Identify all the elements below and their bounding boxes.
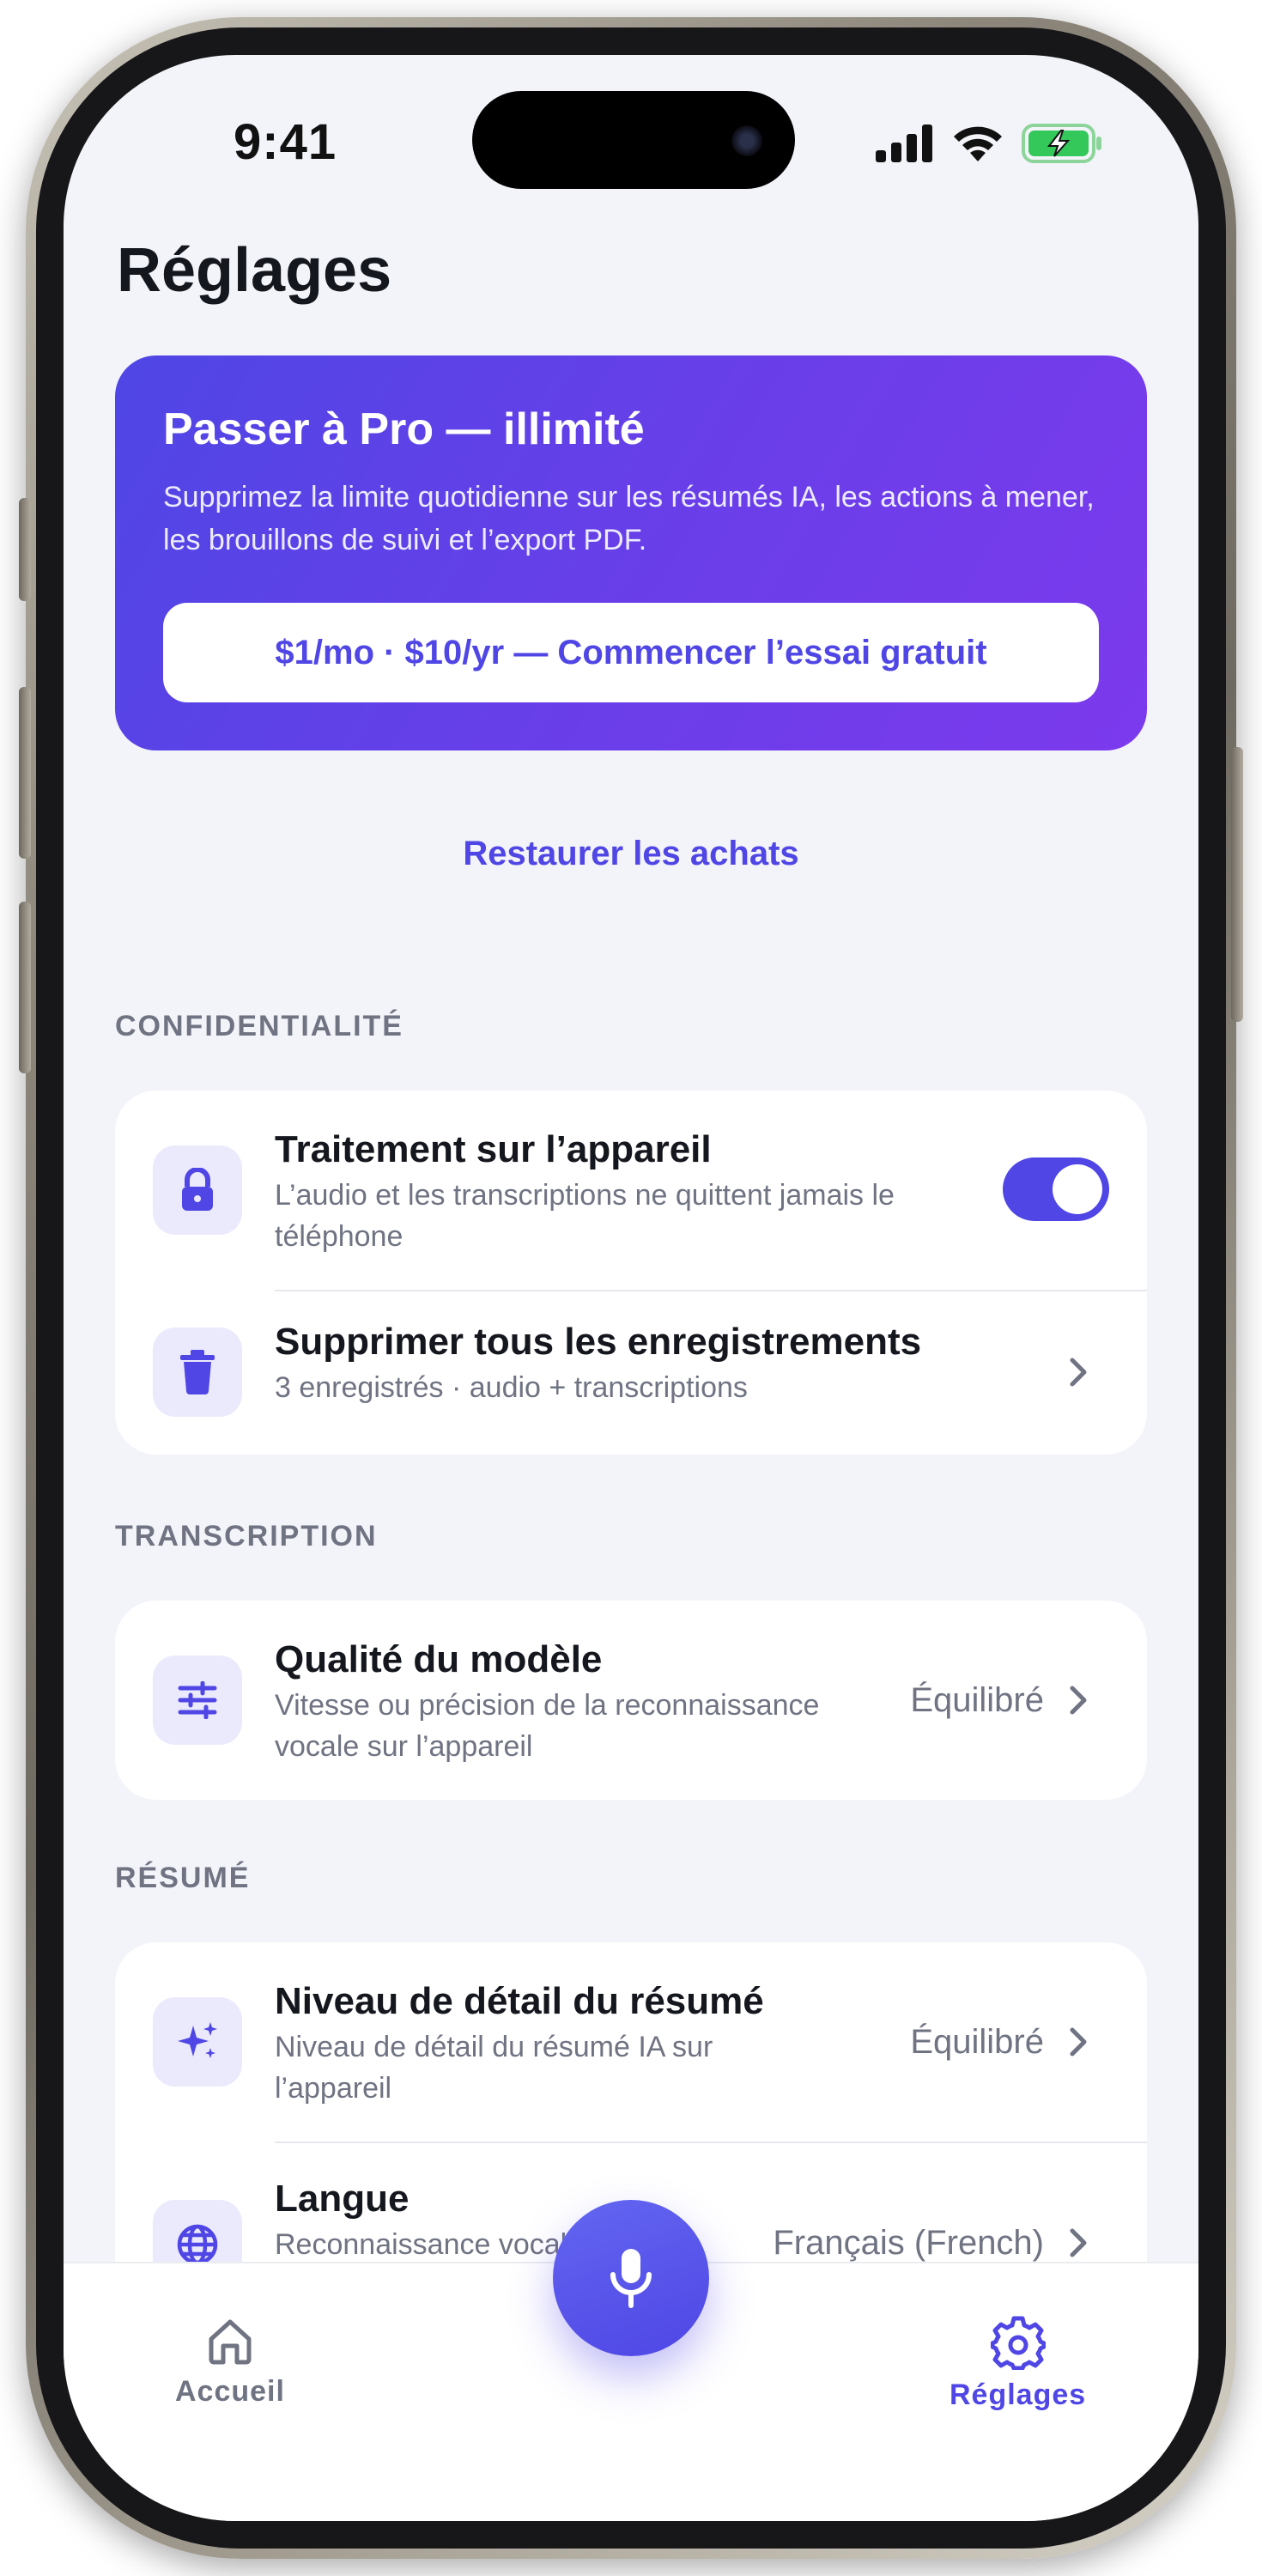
on-device-processing-row[interactable]: Traitement sur l’appareil L’audio et les… [115,1091,1147,1290]
start-free-trial-button[interactable]: $1/mo · $10/yr — Commencer l’essai gratu… [163,603,1099,702]
model-quality-subtitle: Vitesse ou précision de la reconnaissanc… [275,1689,820,1763]
dynamic-island [472,91,795,189]
detail-level-value: Équilibré [910,2023,1044,2061]
sparkles-icon [153,1997,242,2087]
gear-icon [990,2316,1046,2370]
on-device-title: Traitement sur l’appareil [275,1128,712,1170]
model-quality-row[interactable]: Qualité du modèle Vitesse ou précision d… [115,1601,1147,1800]
summary-detail-level-row[interactable]: Niveau de détail du résumé Niveau de dét… [115,1942,1147,2142]
sliders-icon [153,1656,242,1745]
pro-title: Passer à Pro — illimité [163,404,645,454]
status-icons [876,124,1104,163]
privacy-card: Traitement sur l’appareil L’audio et les… [115,1091,1147,1455]
volume-up-button [19,687,31,859]
status-time: 9:41 [234,114,337,170]
restore-purchases-link[interactable]: Restaurer les achats [115,835,1147,873]
toggle-knob [1053,1164,1102,1214]
language-value: Français (French) [773,2224,1044,2262]
chevron-right-icon [1061,1683,1095,1717]
front-camera [731,125,762,156]
tab-settings-label: Réglages [950,2379,1087,2411]
chevron-right-icon [1061,2226,1095,2260]
chevron-right-icon [1061,2025,1095,2059]
language-title: Langue [275,2178,410,2220]
volume-down-button [19,902,31,1073]
detail-level-subtitle: Niveau de détail du résumé IA sur l’appa… [275,2031,713,2105]
detail-level-title: Niveau de détail du résumé [275,1980,764,2022]
pro-upgrade-card: Passer à Pro — illimité Supprimez la lim… [115,355,1147,750]
home-icon [209,2319,252,2365]
tab-home[interactable]: Accueil [175,2315,285,2409]
tab-home-label: Accueil [175,2375,285,2408]
chevron-right-icon [1061,1355,1095,1389]
power-button [1231,747,1243,1022]
action-button [19,498,31,601]
trash-icon [153,1327,242,1417]
model-quality-value: Équilibré [910,1681,1044,1719]
record-button[interactable] [553,2200,709,2356]
cellular-signal-icon [876,125,932,162]
delete-all-title: Supprimer tous les enregistrements [275,1321,922,1363]
lock-icon [153,1145,242,1235]
battery-charging-icon [1022,124,1101,163]
pro-description: Supprimez la limite quotidienne sur les … [163,481,1095,556]
wifi-icon [954,126,1002,161]
section-label-transcription: TRANSCRIPTION [115,1520,378,1552]
delete-all-subtitle: 3 enregistrés · audio + transcriptions [275,1371,748,1404]
microphone-icon [610,2249,652,2308]
delete-all-recordings-row[interactable]: Supprimer tous les enregistrements 3 enr… [115,1291,1147,1455]
page-title: Réglages [117,236,392,305]
section-label-summary: RÉSUMÉ [115,1862,251,1894]
tab-settings[interactable]: Réglages [950,2315,1086,2412]
on-device-subtitle: L’audio et les transcriptions ne quitten… [275,1179,895,1253]
screen: 9:41 Réglages Passer à Pro — illimité Su… [64,55,1198,2521]
transcription-card: Qualité du modèle Vitesse ou précision d… [115,1601,1147,1800]
on-device-toggle[interactable] [1003,1157,1109,1221]
section-label-privacy: CONFIDENTIALITÉ [115,1010,403,1042]
model-quality-title: Qualité du modèle [275,1638,603,1680]
